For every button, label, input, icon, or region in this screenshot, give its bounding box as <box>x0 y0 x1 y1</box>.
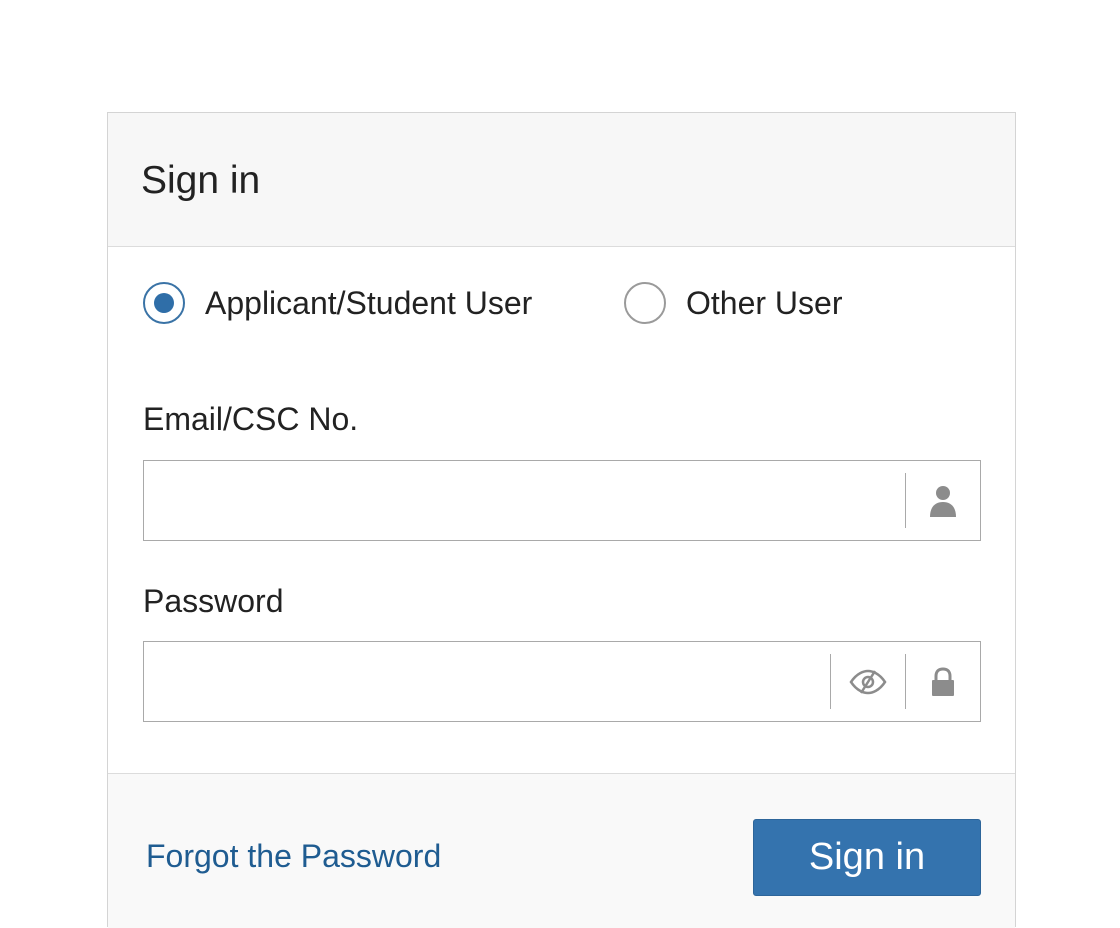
forgot-password-link[interactable]: Forgot the Password <box>146 838 441 875</box>
page-title: Sign in <box>141 159 261 202</box>
radio-label-other-user: Other User <box>686 284 843 321</box>
sign-in-panel: Sign in Applicant/Student User Other Use… <box>107 112 1016 928</box>
panel-body: Applicant/Student User Other User Email/… <box>108 247 1015 773</box>
sign-in-button[interactable]: Sign in <box>753 819 981 896</box>
lock-icon <box>905 642 980 721</box>
user-icon <box>905 461 980 540</box>
radio-label-applicant-student: Applicant/Student User <box>205 284 533 321</box>
panel-footer: Forgot the Password Sign in <box>108 773 1015 928</box>
password-input-group <box>143 641 981 722</box>
email-input-group <box>143 460 981 541</box>
email-field[interactable] <box>144 461 905 540</box>
eye-slash-icon[interactable] <box>830 642 905 721</box>
radio-other-user[interactable]: Other User <box>624 282 842 324</box>
radio-button-unchecked[interactable] <box>624 282 666 324</box>
panel-header: Sign in <box>108 113 1015 247</box>
password-field[interactable] <box>144 642 830 721</box>
email-label: Email/CSC No. <box>143 401 359 437</box>
radio-applicant-student[interactable]: Applicant/Student User <box>143 282 532 324</box>
radio-button-checked[interactable] <box>143 282 185 324</box>
password-label: Password <box>143 583 284 619</box>
